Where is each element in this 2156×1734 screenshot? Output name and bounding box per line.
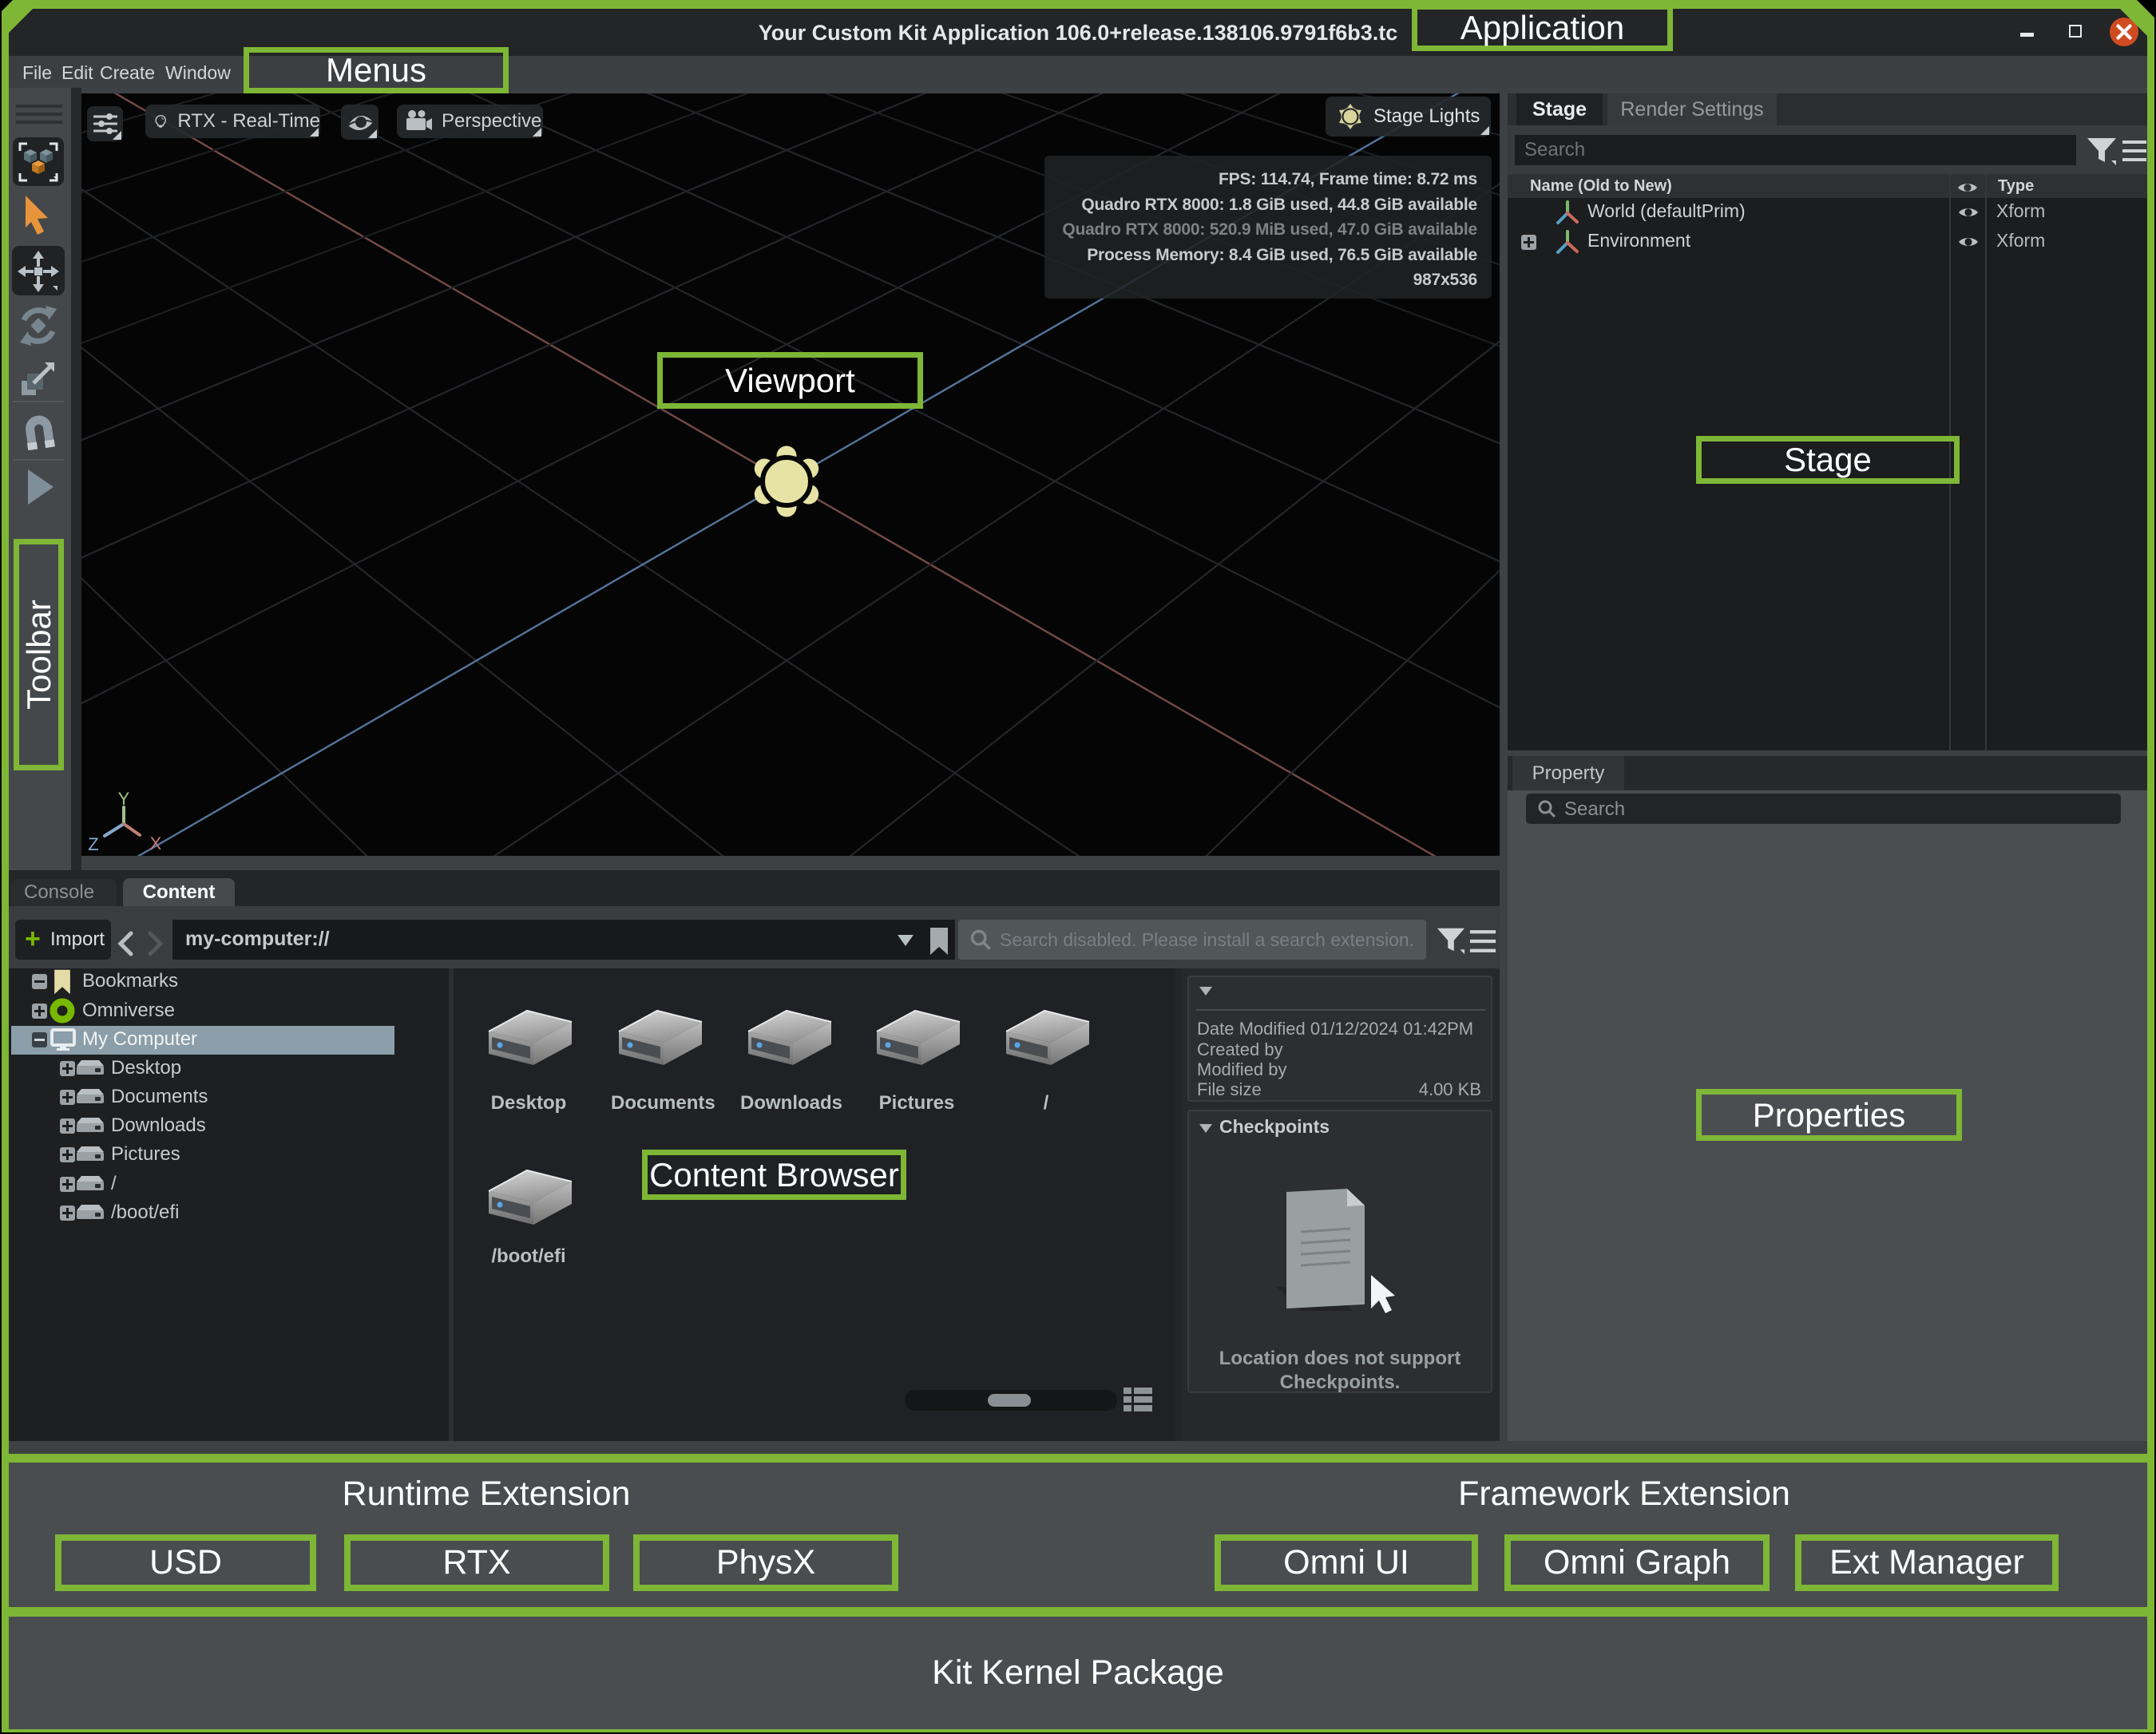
svg-text:X: X <box>150 833 162 853</box>
svg-text:Y: Y <box>118 789 130 809</box>
svg-text:Z: Z <box>88 834 98 854</box>
